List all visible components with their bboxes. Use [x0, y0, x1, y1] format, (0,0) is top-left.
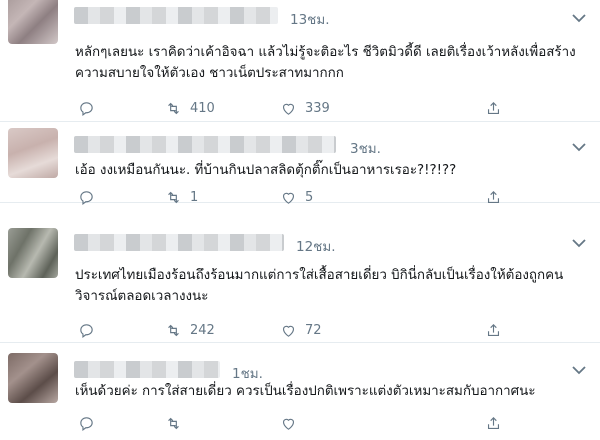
heart-icon	[282, 325, 295, 337]
share-icon	[487, 324, 500, 337]
tweet-2[interactable]: 3ชม. เอ้อ งงเหมือนกันนะ. ที่บ้านกินปลาสล…	[0, 122, 600, 206]
share-button[interactable]	[485, 100, 502, 117]
chevron-down-icon[interactable]	[572, 238, 586, 248]
tweet-text: ประเทศไทยเมืองร้อนถึงร้อนมากแต่การใส่เสื…	[75, 268, 564, 304]
reply-icon	[80, 417, 93, 432]
reply-button[interactable]	[78, 415, 95, 432]
retweet-button[interactable]: 242	[165, 322, 215, 339]
retweet-icon	[168, 191, 179, 204]
like-button[interactable]: 72	[280, 322, 322, 339]
like-count: 5	[305, 190, 314, 205]
reply-icon	[80, 102, 93, 117]
like-button[interactable]	[280, 415, 297, 432]
tweet-actions	[75, 415, 575, 435]
avatar[interactable]	[8, 228, 58, 278]
retweet-icon	[168, 102, 179, 115]
share-button[interactable]	[485, 322, 502, 339]
tweet-time[interactable]: 12ชม.	[296, 235, 336, 257]
display-name-blurred[interactable]	[74, 361, 220, 378]
retweet-button[interactable]: 410	[165, 100, 215, 117]
display-name-blurred[interactable]	[74, 136, 336, 153]
retweet-count: 1	[190, 190, 199, 205]
heart-icon	[282, 192, 295, 204]
reply-icon	[80, 191, 93, 206]
tweet-actions: 242 72	[75, 322, 575, 342]
heart-icon	[282, 103, 295, 115]
like-count: 72	[305, 323, 322, 338]
share-icon	[487, 191, 500, 204]
chevron-down-icon[interactable]	[572, 13, 586, 23]
display-name-blurred[interactable]	[74, 7, 278, 24]
tweet-time[interactable]: 13ชม.	[290, 8, 330, 30]
tweet-actions: 1 5	[75, 189, 575, 209]
tweet-3[interactable]: 12ชม. ประเทศไทยเมืองร้อนถึงร้อนมากแต่การ…	[0, 226, 600, 343]
chevron-down-icon[interactable]	[572, 365, 586, 375]
reply-button[interactable]	[78, 189, 95, 206]
retweet-icon	[168, 417, 179, 430]
reply-icon	[80, 324, 93, 339]
reply-button[interactable]	[78, 322, 95, 339]
tweet-time[interactable]: 3ชม.	[350, 137, 381, 159]
avatar[interactable]	[8, 0, 58, 44]
like-button[interactable]: 5	[280, 189, 313, 206]
tweet-actions: 410 339	[75, 100, 575, 120]
share-icon	[487, 102, 500, 115]
avatar[interactable]	[8, 128, 58, 178]
retweet-button[interactable]: 1	[165, 189, 198, 206]
retweet-count: 410	[190, 101, 215, 116]
retweet-icon	[168, 324, 179, 337]
tweet-4[interactable]: 1ชม. เห็นด้วยค่ะ การใส่สายเดี่ยว ควรเป็น…	[0, 343, 600, 440]
retweet-button[interactable]	[165, 415, 182, 432]
like-button[interactable]: 339	[280, 100, 330, 117]
tweet-1[interactable]: 13ชม. หลักๆเลยนะ เราคิดว่าเค้าอิจฉา แล้ว…	[0, 0, 600, 122]
tweet-text: หลักๆเลยนะ เราคิดว่าเค้าอิจฉา แล้วไม่รู้…	[75, 45, 576, 81]
avatar[interactable]	[8, 353, 58, 403]
share-button[interactable]	[485, 189, 502, 206]
heart-icon	[282, 418, 295, 430]
share-button[interactable]	[485, 415, 502, 432]
share-icon	[487, 417, 500, 430]
retweet-count: 242	[190, 323, 215, 338]
tweet-text: เห็นด้วยค่ะ การใส่สายเดี่ยว ควรเป็นเรื่อ…	[75, 384, 536, 399]
like-count: 339	[305, 101, 330, 116]
reply-button[interactable]	[78, 100, 95, 117]
display-name-blurred[interactable]	[74, 234, 284, 251]
chevron-down-icon[interactable]	[572, 142, 586, 152]
tweet-text: เอ้อ งงเหมือนกันนะ. ที่บ้านกินปลาสลิดตุ้…	[75, 163, 457, 178]
